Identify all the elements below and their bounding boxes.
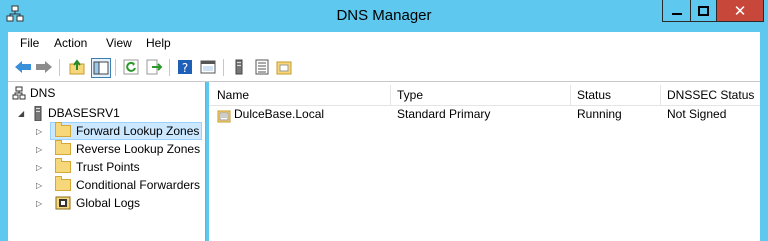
title-bar[interactable]: DNS Manager ✕ <box>0 0 768 31</box>
expand-arrow-icon[interactable]: ▷ <box>36 181 46 190</box>
window-title: DNS Manager <box>336 7 432 24</box>
toolbar: ? <box>8 54 760 82</box>
console-tree: DNS ◢ DBASESRV1 ▷ Forward Lookup Zones ▷… <box>8 82 206 241</box>
svg-text:?: ? <box>182 61 188 75</box>
properties-icon[interactable] <box>199 58 217 76</box>
selection-highlight: Forward Lookup Zones <box>50 122 203 140</box>
zone-icon <box>217 109 231 123</box>
new-zone-icon[interactable] <box>275 58 293 76</box>
dns-manager-window: DNS Manager ✕ File Action View Help ? DN… <box>0 0 768 241</box>
menu-view[interactable]: View <box>106 36 132 50</box>
tree-label: DNS <box>30 86 56 100</box>
close-button[interactable]: ✕ <box>716 0 764 22</box>
tree-label: Conditional Forwarders <box>76 178 201 192</box>
minimize-button[interactable] <box>662 0 691 22</box>
list-view-icon[interactable] <box>253 58 271 76</box>
toolbar-separator <box>223 59 224 76</box>
folder-icon <box>55 122 71 137</box>
cell-dnssec-status: Not Signed <box>667 107 727 121</box>
cell-status: Running <box>577 107 622 121</box>
forward-arrow-icon[interactable] <box>35 58 53 76</box>
folder-icon <box>55 158 71 173</box>
refresh-icon[interactable] <box>122 58 140 76</box>
results-pane: Name Type Status DNSSEC Status DulceBase… <box>209 82 760 241</box>
minimize-icon <box>671 12 682 15</box>
server-icon[interactable] <box>230 58 248 76</box>
toolbar-separator <box>169 59 170 76</box>
maximize-icon <box>698 5 709 16</box>
table-row[interactable]: DulceBase.Local Standard Primary Running… <box>209 82 760 126</box>
tree-item-global-logs[interactable]: ▷ Global Logs <box>36 194 140 212</box>
tree-label: Trust Points <box>76 160 140 174</box>
folder-icon <box>55 140 71 155</box>
expand-arrow-icon[interactable]: ▷ <box>36 163 46 172</box>
toolbar-separator <box>59 59 60 76</box>
maximize-button[interactable] <box>690 0 717 22</box>
toolbar-separator <box>115 59 116 76</box>
tree-label: Forward Lookup Zones <box>76 124 200 138</box>
back-arrow-icon[interactable] <box>14 58 32 76</box>
tree-item-reverse-lookup-zones[interactable]: ▷ Reverse Lookup Zones <box>36 140 200 158</box>
tree-label: Global Logs <box>76 196 141 210</box>
tree-label: DBASESRV1 <box>48 106 120 120</box>
cell-name: DulceBase.Local <box>234 107 325 121</box>
close-icon: ✕ <box>733 2 747 20</box>
export-list-icon[interactable] <box>145 58 163 76</box>
tree-item-conditional-forwarders[interactable]: ▷ Conditional Forwarders <box>36 176 200 194</box>
up-folder-icon[interactable] <box>68 58 86 76</box>
menu-help[interactable]: Help <box>146 36 171 50</box>
folder-icon <box>55 176 71 191</box>
expand-arrow-icon[interactable]: ▷ <box>36 127 46 136</box>
expand-arrow-icon[interactable]: ▷ <box>36 199 46 208</box>
tree-node-dns[interactable]: DNS <box>12 84 55 102</box>
server-icon <box>28 105 48 121</box>
collapse-arrow-icon[interactable]: ◢ <box>18 109 28 118</box>
expand-arrow-icon[interactable]: ▷ <box>36 145 46 154</box>
help-icon[interactable]: ? <box>176 58 194 76</box>
menu-file[interactable]: File <box>20 36 39 50</box>
tree-item-forward-lookup-zones[interactable]: ▷ Forward Lookup Zones <box>36 122 203 140</box>
menu-action[interactable]: Action <box>54 36 87 50</box>
tree-item-trust-points[interactable]: ▷ Trust Points <box>36 158 140 176</box>
dns-icon <box>12 86 30 100</box>
event-log-icon <box>55 196 71 210</box>
menu-bar: File Action View Help <box>8 32 760 54</box>
tree-label: Reverse Lookup Zones <box>76 142 201 156</box>
show-hide-console-tree-icon[interactable] <box>91 58 111 78</box>
tree-node-server[interactable]: ◢ DBASESRV1 <box>18 104 120 122</box>
cell-type: Standard Primary <box>397 107 491 121</box>
